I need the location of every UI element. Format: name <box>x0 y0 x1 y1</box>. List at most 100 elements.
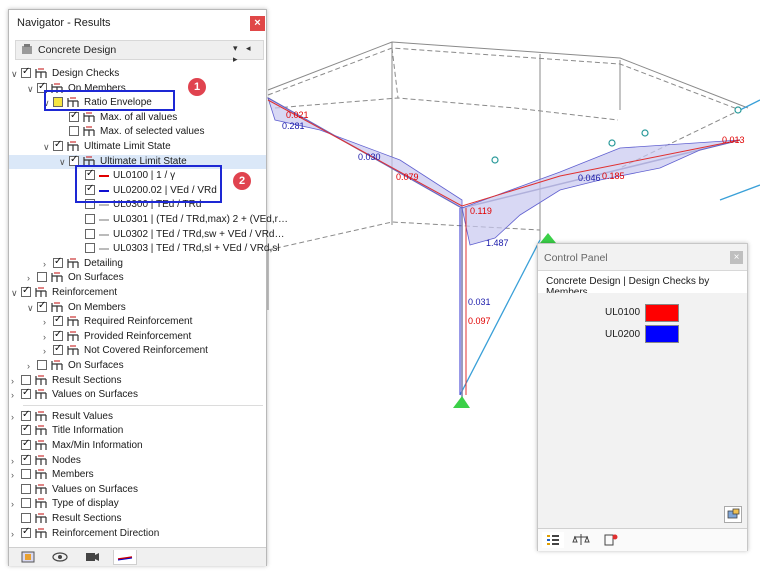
legend-tab-icon[interactable] <box>542 532 564 548</box>
tree-item[interactable]: › Required Reinforcement <box>9 314 266 329</box>
tree-item[interactable]: › Result Sections <box>9 374 266 388</box>
tree-item[interactable]: › Provided Reinforcement <box>9 329 266 344</box>
checkbox[interactable] <box>21 374 31 385</box>
tree-item[interactable]: Result Sections <box>9 512 266 526</box>
checkbox[interactable] <box>85 243 95 254</box>
legend-swatch-ul0100[interactable] <box>645 304 679 322</box>
tree-item-label: Result Sections <box>52 374 122 386</box>
tree-item[interactable]: UL0303 | TEd / TRd,sl + VEd / VRd,sl <box>9 242 279 256</box>
data-tab-icon[interactable] <box>17 550 39 564</box>
checkbox[interactable] <box>69 126 79 137</box>
tree-item[interactable]: UL0302 | TEd / TRd,sw + VEd / VRd… <box>9 228 284 242</box>
expand-icon[interactable]: › <box>27 271 36 285</box>
checkbox[interactable] <box>37 272 47 283</box>
expand-icon[interactable]: › <box>11 497 20 511</box>
collapse-icon[interactable]: ∨ <box>27 82 36 96</box>
checkbox[interactable] <box>21 387 31 400</box>
tree-item[interactable]: › Type of display <box>9 497 266 511</box>
result-type-icon <box>35 374 47 386</box>
tree-item[interactable]: › Values on Surfaces <box>9 387 266 402</box>
checkbox[interactable] <box>21 453 31 465</box>
expand-icon[interactable]: › <box>27 359 36 373</box>
collapse-icon[interactable]: ∨ <box>11 67 20 81</box>
tree-item[interactable]: Max. of all values <box>9 110 266 125</box>
tree-item-label: Not Covered Reinforcement <box>84 345 208 357</box>
tree-item[interactable]: Max. of selected values <box>9 125 266 139</box>
checkbox[interactable] <box>37 300 47 312</box>
design-type-select[interactable]: Concrete Design ▾ ◂ ▸ <box>15 40 264 64</box>
combo-nav-arrows[interactable]: ▾ ◂ ▸ <box>233 43 263 65</box>
checkbox[interactable] <box>53 329 63 341</box>
checkbox[interactable] <box>37 360 47 370</box>
checkbox[interactable] <box>21 526 31 538</box>
collapse-icon[interactable]: ∨ <box>59 155 68 169</box>
expand-icon[interactable]: › <box>11 468 20 482</box>
results-tab-icon[interactable] <box>113 550 137 565</box>
tree-item[interactable]: › On Surfaces <box>9 359 266 373</box>
checkbox[interactable] <box>69 110 79 122</box>
tree-item[interactable]: › Detailing <box>9 256 266 271</box>
value-label: 1.487 <box>486 238 509 248</box>
checkbox[interactable] <box>85 214 95 224</box>
collapse-icon[interactable]: ∨ <box>11 286 20 300</box>
tree-item-label: Reinforcement Direction <box>52 527 160 539</box>
result-type-icon <box>35 411 47 422</box>
tree-item[interactable]: Max/Min Information <box>9 438 266 453</box>
tree-item[interactable]: › Members <box>9 468 266 482</box>
checkbox[interactable] <box>53 314 63 327</box>
tree-item[interactable]: Values on Surfaces <box>9 483 266 497</box>
views-tab-icon[interactable] <box>81 550 103 564</box>
expand-icon[interactable]: › <box>43 344 52 358</box>
filter-tab-icon[interactable] <box>600 532 622 548</box>
close-button[interactable]: × <box>250 16 265 31</box>
checkbox[interactable] <box>21 498 31 509</box>
tree-item-label: Nodes <box>52 454 81 466</box>
control-panel-close-button[interactable]: × <box>730 251 743 264</box>
expand-icon[interactable]: › <box>11 388 20 402</box>
tree-item[interactable]: ∨ On Members <box>9 300 266 315</box>
tree-item[interactable]: UL0301 | (TEd / TRd,max) 2 + (VEd,r… <box>9 213 288 227</box>
checkbox[interactable] <box>21 66 31 78</box>
checkbox[interactable] <box>21 409 31 421</box>
legend-swatch-ul0200[interactable] <box>645 325 679 343</box>
tree-item[interactable]: › Reinforcement Direction <box>9 526 266 541</box>
checkbox[interactable] <box>53 139 63 151</box>
tree-item[interactable]: › Result Values <box>9 409 266 424</box>
tree-item[interactable]: ∨ Reinforcement <box>9 285 266 300</box>
expand-icon[interactable]: › <box>11 527 20 541</box>
collapse-icon[interactable]: ∨ <box>43 140 52 154</box>
display-tab-icon[interactable] <box>49 550 71 564</box>
tree-item[interactable]: › On Surfaces <box>9 271 266 285</box>
line-style-icon <box>99 204 109 207</box>
checkbox[interactable] <box>85 228 95 239</box>
checkbox[interactable] <box>21 285 31 297</box>
navigator-titlebar[interactable]: Navigator - Results × <box>9 10 266 36</box>
expand-icon[interactable]: › <box>11 454 20 468</box>
tree-item[interactable]: ∨ Design Checks <box>9 66 266 81</box>
checkbox[interactable] <box>21 483 31 494</box>
result-type-icon <box>35 389 47 400</box>
checkbox[interactable] <box>21 469 31 480</box>
scale-tab-icon[interactable] <box>570 532 592 548</box>
result-type-icon <box>51 360 63 371</box>
tree-item[interactable]: › Nodes <box>9 453 266 468</box>
result-type-icon <box>51 301 63 313</box>
value-label: 0.030 <box>358 152 381 162</box>
marker-2: 2 <box>233 172 251 190</box>
expand-icon[interactable]: › <box>43 257 52 271</box>
tree-item-label: Max/Min Information <box>52 440 143 451</box>
tree-item[interactable]: › Not Covered Reinforcement <box>9 343 266 358</box>
collapse-icon[interactable]: ∨ <box>27 301 36 315</box>
expand-icon[interactable]: › <box>43 330 52 344</box>
checkbox[interactable] <box>53 256 63 268</box>
tree-item[interactable]: ∨ Ultimate Limit State <box>9 139 266 154</box>
checkbox[interactable] <box>21 423 31 436</box>
checkbox[interactable] <box>21 438 31 450</box>
expand-icon[interactable]: › <box>11 374 20 388</box>
tree-item[interactable]: Title Information <box>9 423 266 438</box>
settings-icon[interactable] <box>724 506 742 523</box>
expand-icon[interactable]: › <box>43 315 52 329</box>
checkbox[interactable] <box>53 343 63 356</box>
expand-icon[interactable]: › <box>11 410 20 424</box>
checkbox[interactable] <box>21 513 31 523</box>
